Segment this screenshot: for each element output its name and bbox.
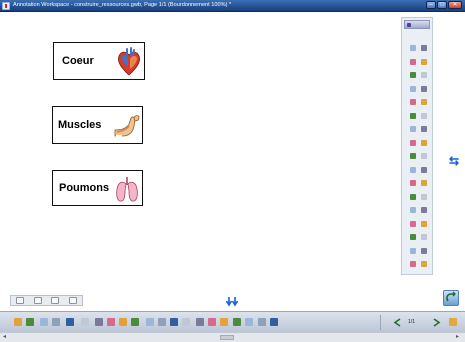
toggle-panel-icon[interactable]: ⇆ <box>448 154 460 168</box>
card-label: Poumons <box>59 182 110 194</box>
window-controls: – □ ✕ <box>426 1 462 9</box>
group-icon[interactable] <box>107 318 115 326</box>
card-label: Muscles <box>58 119 102 131</box>
lungs-icon <box>116 177 138 202</box>
sound-icon[interactable] <box>410 180 416 186</box>
close-button[interactable]: ✕ <box>448 1 462 9</box>
edit-icon[interactable] <box>51 297 60 304</box>
palette-header[interactable] <box>404 20 430 29</box>
maximize-button[interactable]: □ <box>437 1 447 9</box>
text-icon[interactable] <box>410 99 416 105</box>
undo-icon[interactable] <box>14 318 22 326</box>
muscle-arm-icon <box>114 115 140 137</box>
shape-icon[interactable] <box>421 85 427 92</box>
undo-icon[interactable] <box>410 234 416 240</box>
lock-icon[interactable] <box>421 207 427 213</box>
record-icon[interactable] <box>258 318 266 326</box>
copy-icon[interactable] <box>52 318 60 326</box>
compass-icon[interactable] <box>410 153 416 159</box>
zoom-out-icon[interactable] <box>33 297 42 304</box>
collapse-toolbar-icon[interactable] <box>226 297 238 307</box>
redo-icon[interactable] <box>26 318 34 326</box>
camera-icon[interactable] <box>421 126 427 132</box>
scroll-left-icon[interactable]: ◂ <box>3 334 6 341</box>
next-page-icon[interactable] <box>432 318 442 327</box>
add-page-icon[interactable] <box>449 318 457 326</box>
toolbar-separator <box>380 315 381 330</box>
card-poumons[interactable]: Poumons <box>52 170 143 206</box>
card-muscles[interactable]: Muscles <box>52 106 143 144</box>
lock-icon[interactable] <box>158 318 166 326</box>
minimize-button[interactable]: – <box>426 1 436 9</box>
page-icon[interactable] <box>421 247 427 254</box>
video-icon[interactable] <box>421 180 427 186</box>
help-icon[interactable] <box>421 261 427 267</box>
clone-icon[interactable] <box>95 318 103 326</box>
table-icon[interactable] <box>245 318 253 326</box>
screen-icon[interactable] <box>270 318 278 326</box>
delete-icon[interactable] <box>81 318 89 326</box>
image-icon[interactable] <box>233 318 241 326</box>
zoom-icon[interactable] <box>410 247 416 254</box>
timer-icon[interactable] <box>421 153 427 159</box>
paste-icon[interactable] <box>66 318 74 326</box>
app-icon[interactable] <box>2 2 10 10</box>
insert-icon[interactable] <box>196 318 204 326</box>
layer-icon[interactable] <box>421 220 427 227</box>
horizontal-scrollbar[interactable]: ◂ ▸ <box>0 332 465 342</box>
bottom-toolbar: 1/1 <box>0 311 465 332</box>
redo-icon[interactable] <box>421 234 427 240</box>
previous-page-icon[interactable] <box>392 318 402 327</box>
hand-icon[interactable] <box>421 45 427 51</box>
protractor-icon[interactable] <box>421 139 427 146</box>
title-bar: Annotation Workspace - construire_ressou… <box>0 0 465 12</box>
arrow-icon[interactable] <box>410 85 416 92</box>
rect-icon[interactable] <box>220 318 228 326</box>
cut-icon[interactable] <box>40 318 48 326</box>
zoom-controls <box>10 295 83 306</box>
ungroup-icon[interactable] <box>119 318 127 326</box>
refresh-icon <box>446 291 456 302</box>
chart-icon[interactable] <box>421 193 427 200</box>
image-icon[interactable] <box>421 166 427 173</box>
color-icon[interactable] <box>410 112 416 119</box>
text-icon[interactable] <box>208 318 216 326</box>
eraser-icon[interactable] <box>410 72 416 78</box>
select-icon[interactable] <box>410 45 416 51</box>
link-icon[interactable] <box>410 166 416 173</box>
settings-icon[interactable] <box>410 261 416 267</box>
pen-icon[interactable] <box>410 58 416 65</box>
zoom-in-icon[interactable] <box>15 297 24 304</box>
heart-icon <box>118 47 140 76</box>
fit-page-icon[interactable] <box>69 297 78 304</box>
tool-palette <box>401 17 433 275</box>
line-icon[interactable] <box>421 72 427 78</box>
scroll-thumb[interactable] <box>220 335 234 340</box>
print-icon[interactable] <box>170 318 178 326</box>
ruler-icon[interactable] <box>410 139 416 146</box>
spotlight-icon[interactable] <box>421 112 427 119</box>
screen-icon[interactable] <box>410 126 416 132</box>
clear-icon[interactable] <box>182 318 190 326</box>
scroll-right-icon[interactable]: ▸ <box>456 334 459 341</box>
window-title: Annotation Workspace - construire_ressou… <box>13 2 232 8</box>
card-label: Coeur <box>62 55 94 67</box>
page-indicator: 1/1 <box>408 319 415 325</box>
fill-icon[interactable] <box>421 99 427 105</box>
align-icon[interactable] <box>131 318 139 326</box>
highlighter-icon[interactable] <box>421 58 427 65</box>
grid-icon[interactable] <box>410 207 416 213</box>
page-sorter-button[interactable] <box>443 290 459 306</box>
card-coeur[interactable]: Coeur <box>53 42 145 80</box>
order-icon[interactable] <box>146 318 154 326</box>
table-icon[interactable] <box>410 193 416 200</box>
group-icon[interactable] <box>410 220 416 227</box>
